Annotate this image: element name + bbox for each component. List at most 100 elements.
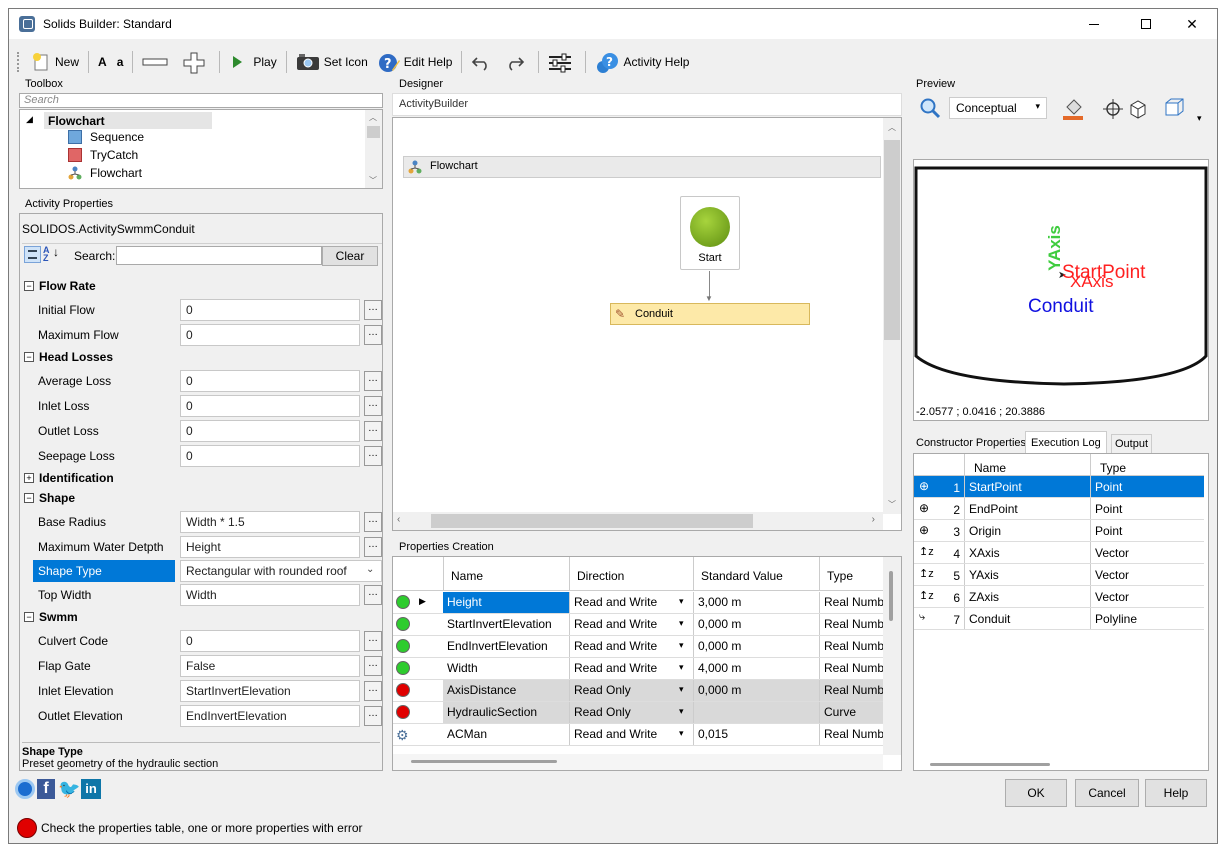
ellipsis-button[interactable]: … <box>364 421 382 441</box>
chevron-down-icon[interactable]: ▾ <box>679 662 684 673</box>
table-row[interactable]: HydraulicSection Read Only ▾ Curve <box>393 702 883 724</box>
cube-view-icon[interactable] <box>1127 97 1151 121</box>
property-row-selected[interactable]: Shape Type Rectangular with rounded roof… <box>20 559 384 583</box>
minimize-button[interactable] <box>1071 9 1117 39</box>
scroll-left-icon[interactable]: ‹ <box>397 514 400 525</box>
cell-name[interactable]: Origin <box>964 520 1090 541</box>
flowchart-header[interactable]: Flowchart <box>403 156 881 178</box>
website-icon[interactable] <box>15 779 35 799</box>
scroll-up-icon[interactable]: ︿ <box>369 112 377 123</box>
collapse-icon[interactable]: − <box>24 493 34 503</box>
log-row[interactable]: ⊕ 2 EndPoint Point <box>914 498 1204 520</box>
preview-viewport[interactable]: YAxis ➤ StartPoint XAxis Conduit -2.0577… <box>913 159 1209 421</box>
cell-name[interactable]: YAxis <box>964 564 1090 585</box>
chevron-down-icon[interactable]: ▾ <box>679 618 684 629</box>
cell-type[interactable]: Real Numbe <box>819 680 883 701</box>
activity-help-button[interactable]: ? Activity Help <box>590 49 694 75</box>
font-upper-button[interactable]: A <box>93 49 112 75</box>
cell-name[interactable]: ACMan <box>443 724 569 745</box>
property-row[interactable]: Inlet Elevation StartInvertElevation … <box>20 679 384 703</box>
log-row[interactable]: ⊕ 3 Origin Point <box>914 520 1204 542</box>
scroll-down-icon[interactable]: ﹀ <box>888 499 896 510</box>
table-row[interactable]: AxisDistanceRead Only▾ 0,000 mReal Numbe <box>393 680 883 702</box>
cell-direction[interactable]: Read and Write <box>569 636 693 657</box>
property-value[interactable]: 0 <box>180 370 360 392</box>
table-row[interactable]: WidthRead and Write▾ 4,000 mReal Numbe <box>393 658 883 680</box>
property-value[interactable]: 0 <box>180 324 360 346</box>
cell-type[interactable]: Real Numbe <box>819 724 883 745</box>
cell-direction[interactable]: Read and Write <box>569 614 693 635</box>
cell-name[interactable]: Conduit <box>964 608 1090 629</box>
breadcrumb[interactable]: ActivityBuilder <box>399 98 468 110</box>
zoom-icon[interactable] <box>919 97 941 119</box>
category-head-losses[interactable]: − Head Losses <box>20 347 384 367</box>
cell-name[interactable]: XAxis <box>964 542 1090 563</box>
property-row[interactable]: Outlet Loss 0 … <box>20 419 384 443</box>
clear-button[interactable]: Clear <box>322 246 378 266</box>
tree-item-sequence[interactable]: Sequence <box>68 130 144 144</box>
scroll-thumb[interactable] <box>431 514 753 528</box>
ellipsis-button[interactable]: … <box>364 300 382 320</box>
cell-name[interactable]: StartPoint <box>964 476 1090 497</box>
ellipsis-button[interactable]: … <box>364 371 382 391</box>
table-row[interactable]: ▶ HeightRead and Write▾ 3,000 mReal Numbe <box>393 592 883 614</box>
property-row[interactable]: Outlet Elevation EndInvertElevation … <box>20 704 384 728</box>
ellipsis-button[interactable]: … <box>364 631 382 651</box>
cell-type[interactable]: Polyline <box>1090 608 1204 629</box>
property-value[interactable]: EndInvertElevation <box>180 705 360 727</box>
property-value[interactable]: StartInvertElevation <box>180 680 360 702</box>
tree-item-trycatch[interactable]: TryCatch <box>68 148 138 162</box>
alphabetical-view-button[interactable]: A Z ↓ <box>43 246 61 263</box>
property-row[interactable]: Top Width Width … <box>20 583 384 607</box>
property-value[interactable]: False <box>180 655 360 677</box>
ellipsis-button[interactable]: … <box>364 706 382 726</box>
cell-type[interactable]: Real Numbe <box>819 592 883 613</box>
cell-value[interactable]: 4,000 m <box>693 658 819 679</box>
property-row[interactable]: Base Radius Width * 1.5 … <box>20 510 384 534</box>
cell-name[interactable]: StartInvertElevation <box>443 614 569 635</box>
designer-hscrollbar[interactable]: ‹ › <box>393 512 883 530</box>
property-row[interactable]: Maximum Flow 0 … <box>20 323 384 347</box>
shape-type-dropdown[interactable]: Rectangular with rounded roof <box>180 560 382 582</box>
settings-button[interactable] <box>543 49 581 75</box>
scroll-up-icon[interactable]: ︿ <box>888 122 896 133</box>
property-value[interactable]: 0 <box>180 630 360 652</box>
chevron-down-icon[interactable]: ▾ <box>679 728 684 739</box>
categorized-view-button[interactable] <box>24 246 41 263</box>
property-value[interactable]: 0 <box>180 299 360 321</box>
collapse-icon[interactable]: − <box>24 281 34 291</box>
grid-vscrollbar[interactable] <box>883 557 901 755</box>
redo-button[interactable] <box>500 49 534 75</box>
conduit-node[interactable]: ✎ Conduit <box>610 303 810 325</box>
expand-button[interactable] <box>177 49 215 75</box>
column-header-type[interactable]: Type <box>823 566 857 586</box>
scroll-right-icon[interactable]: › <box>872 514 875 525</box>
chevron-down-icon[interactable]: ▾ <box>679 684 684 695</box>
log-hscroll-thumb[interactable] <box>930 763 1050 766</box>
expand-icon[interactable]: + <box>24 473 34 483</box>
property-value[interactable]: Width * 1.5 <box>180 511 360 533</box>
overflow-icon[interactable]: ▾ <box>1197 113 1202 124</box>
toolbox-search-input[interactable]: Search <box>19 93 383 108</box>
undo-button[interactable] <box>466 49 500 75</box>
table-row[interactable]: ⚙ ACManRead and Write▾ 0,015Real Numbe <box>393 724 883 746</box>
cell-name[interactable]: AxisDistance <box>443 680 569 701</box>
cell-type[interactable]: Vector <box>1090 586 1204 607</box>
new-button[interactable]: New <box>26 49 84 75</box>
collapse-button[interactable] <box>137 49 177 75</box>
log-row[interactable]: ⤷ 7 Conduit Polyline <box>914 608 1204 630</box>
visual-style-dropdown[interactable]: Conceptual ▾ <box>949 97 1047 119</box>
ellipsis-button[interactable]: … <box>364 446 382 466</box>
category-swmm[interactable]: − Swmm <box>20 607 384 627</box>
chevron-down-icon[interactable]: ▾ <box>679 596 684 607</box>
ok-button[interactable]: OK <box>1005 779 1067 807</box>
cell-type[interactable]: Vector <box>1090 564 1204 585</box>
cell-value[interactable] <box>693 702 819 723</box>
property-row[interactable]: Flap Gate False … <box>20 654 384 678</box>
cell-direction[interactable]: Read Only <box>569 680 693 701</box>
property-search-input[interactable] <box>116 246 322 265</box>
cell-direction[interactable]: Read and Write <box>569 658 693 679</box>
collapse-icon[interactable]: − <box>24 352 34 362</box>
tree-root-flowchart[interactable]: Flowchart <box>44 112 212 129</box>
maximize-button[interactable] <box>1123 9 1169 39</box>
